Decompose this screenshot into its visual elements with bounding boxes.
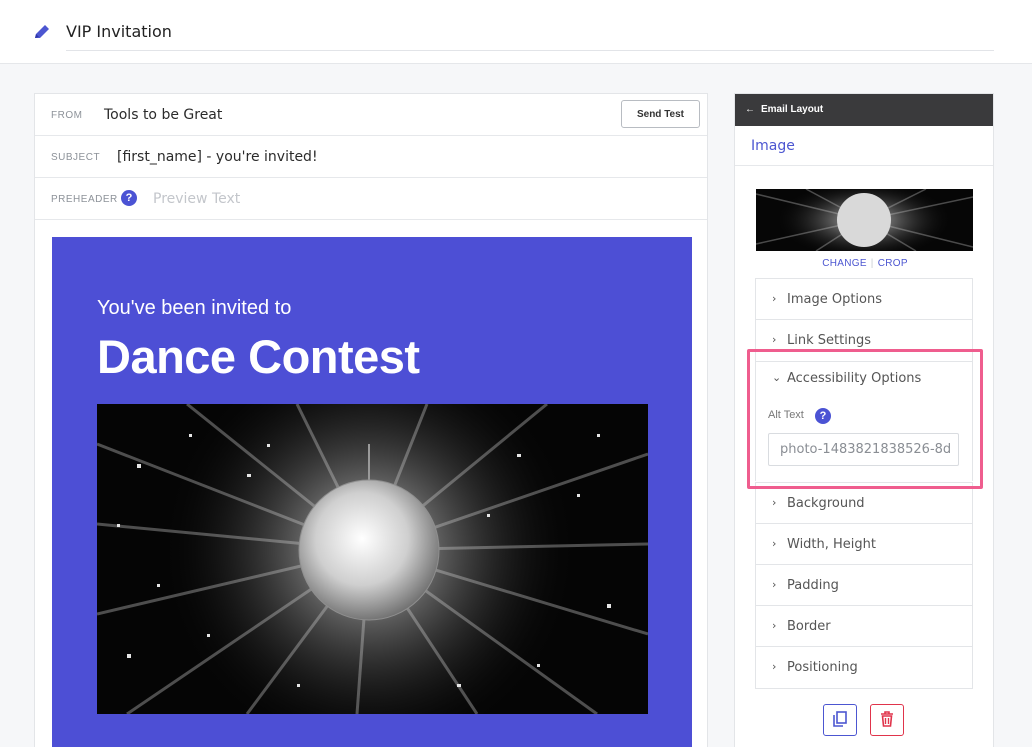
section-image-options[interactable]: › Image Options: [756, 279, 972, 320]
chevron-down-icon[interactable]: ⌄: [772, 371, 781, 384]
chevron-right-icon: ›: [772, 660, 777, 673]
help-icon[interactable]: ?: [121, 190, 137, 206]
back-label[interactable]: Email Layout: [761, 104, 823, 115]
back-arrow-icon[interactable]: ←: [745, 104, 755, 115]
from-value[interactable]: Tools to be Great: [104, 107, 222, 123]
element-type-title: Image: [735, 126, 993, 166]
link-separator: |: [870, 258, 874, 269]
section-label: Link Settings: [787, 333, 872, 348]
from-row: FROM Tools to be Great Send Test: [35, 94, 707, 136]
image-thumbnail: [756, 189, 973, 251]
preheader-row: PREHEADER ? Preview Text: [35, 178, 707, 220]
chevron-right-icon: ›: [772, 578, 777, 591]
section-label: Positioning: [787, 660, 858, 675]
chevron-right-icon: ›: [772, 292, 777, 305]
crop-image-link[interactable]: CROP: [878, 258, 908, 269]
event-headline[interactable]: Dance Contest: [97, 329, 420, 384]
chevron-right-icon: ›: [772, 619, 777, 632]
hero-image[interactable]: [97, 404, 648, 714]
from-label: FROM: [51, 110, 83, 121]
preheader-label: PREHEADER: [51, 194, 118, 205]
image-actions: CHANGE | CROP: [735, 258, 995, 269]
chevron-right-icon: ›: [772, 333, 777, 346]
subject-row: SUBJECT [first_name] - you're invited!: [35, 136, 707, 178]
email-editor: FROM Tools to be Great Send Test SUBJECT…: [34, 93, 708, 747]
section-padding[interactable]: › Padding: [756, 565, 972, 606]
section-link-settings[interactable]: › Link Settings: [756, 320, 972, 361]
top-bar: VIP Invitation: [0, 0, 1032, 64]
delete-button[interactable]: [870, 704, 904, 736]
change-image-link[interactable]: CHANGE: [822, 258, 867, 269]
section-label: Padding: [787, 578, 839, 593]
campaign-title[interactable]: VIP Invitation: [66, 22, 172, 41]
duplicate-button[interactable]: [823, 704, 857, 736]
preheader-input[interactable]: Preview Text: [153, 191, 240, 207]
section-positioning[interactable]: › Positioning: [756, 647, 972, 688]
settings-accordion-bottom: › Background › Width, Height › Padding ›…: [755, 482, 973, 689]
section-background[interactable]: › Background: [756, 483, 972, 524]
section-label: Image Options: [787, 292, 883, 307]
properties-panel: ← Email Layout Image CHANGE | CROP › Ima…: [734, 93, 994, 747]
send-test-button[interactable]: Send Test: [621, 100, 700, 128]
subject-label: SUBJECT: [51, 152, 101, 163]
thumbnail-image: [756, 189, 973, 251]
alt-text-label: Alt Text: [768, 409, 804, 421]
chevron-right-icon: ›: [772, 537, 777, 550]
invite-kicker[interactable]: You've been invited to: [97, 297, 291, 320]
section-width-height[interactable]: › Width, Height: [756, 524, 972, 565]
alt-text-input[interactable]: [768, 433, 959, 466]
section-label: Border: [787, 619, 831, 634]
subject-value[interactable]: [first_name] - you're invited!: [117, 149, 318, 165]
email-canvas[interactable]: You've been invited to Dance Contest: [52, 237, 692, 747]
section-accessibility-options: ⌄ Accessibility Options Alt Text ?: [755, 358, 973, 481]
trash-icon: [881, 710, 893, 727]
settings-accordion-top: › Image Options › Link Settings: [755, 278, 973, 362]
section-label[interactable]: Accessibility Options: [787, 371, 921, 386]
section-border[interactable]: › Border: [756, 606, 972, 647]
back-to-email-layout[interactable]: ← Email Layout: [735, 94, 993, 126]
title-underline: [66, 50, 994, 51]
copy-icon: [833, 710, 847, 727]
help-icon[interactable]: ?: [815, 408, 831, 424]
section-label: Width, Height: [787, 537, 877, 552]
pencil-icon[interactable]: [32, 22, 52, 42]
chevron-right-icon: ›: [772, 496, 777, 509]
disco-ball-image: [97, 404, 648, 714]
section-label: Background: [787, 496, 865, 511]
